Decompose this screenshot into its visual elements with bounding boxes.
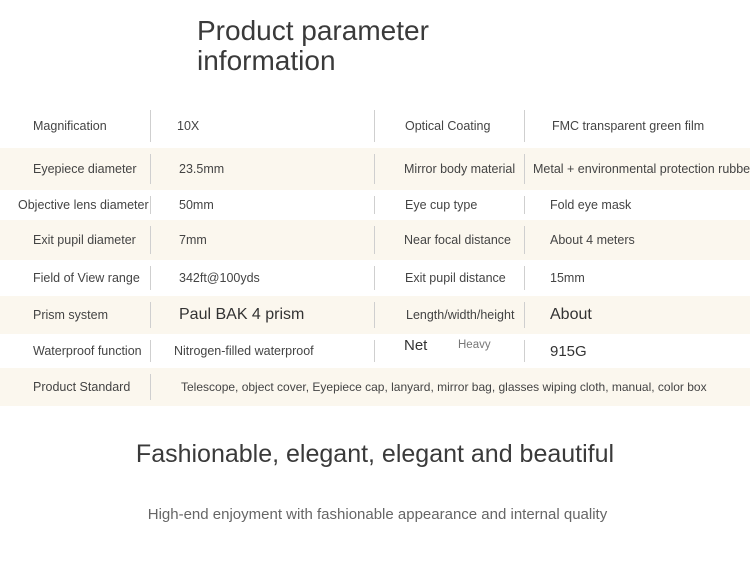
divider [150,110,151,142]
param-value: Telescope, object cover, Eyepiece cap, l… [181,380,707,394]
param-label: Eye cup type [405,198,478,212]
param-value: About [550,306,592,323]
divider [374,226,375,254]
param-value: 15mm [550,271,585,285]
param-value: Paul BAK 4 prism [179,306,305,323]
divider [374,266,375,290]
divider [150,154,151,184]
parameter-table: Magnification 10X Optical Coating FMC tr… [0,104,750,406]
divider [374,302,375,328]
table-row: Magnification 10X Optical Coating FMC tr… [0,104,750,148]
divider [150,226,151,254]
divider [374,340,375,362]
divider [374,196,375,214]
divider [524,226,525,254]
param-value: Fold eye mask [550,198,632,212]
divider [374,110,375,142]
param-label: Magnification [33,119,107,133]
divider [150,196,151,214]
divider [524,340,525,362]
param-label: Product Standard [33,380,131,394]
table-row: Waterproof function Nitrogen-filled wate… [0,334,750,368]
param-label: Prism system [33,308,108,322]
divider [374,154,375,184]
table-row: Field of View range 342ft@100yds Exit pu… [0,260,750,296]
table-row: Prism system Paul BAK 4 prism Length/wid… [0,296,750,334]
param-value: 915G [550,342,587,360]
divider [524,196,525,214]
param-value: 10X [177,119,200,133]
divider [150,266,151,290]
divider [150,374,151,400]
divider [524,266,525,290]
section-subheading: High-end enjoyment with fashionable appe… [147,506,608,523]
param-label: Objective lens diameter [18,198,149,212]
param-value: 7mm [179,233,207,247]
table-row: Objective lens diameter 50mm Eye cup typ… [0,190,750,220]
param-value: 23.5mm [179,162,225,176]
param-value: Metal + environmental protection rubber [533,162,750,176]
table-row: Exit pupil diameter 7mm Near focal dista… [0,220,750,260]
param-value: Nitrogen-filled waterproof [174,344,314,358]
divider [524,110,525,142]
divider [524,154,525,184]
divider [150,340,151,362]
divider [524,302,525,328]
divider [150,302,151,328]
section-heading: Fashionable, elegant, elegant and beauti… [135,440,615,468]
param-label: Length/width/height [406,308,515,322]
param-label: Exit pupil diameter [33,233,136,247]
param-value: About 4 meters [550,233,635,247]
param-value: FMC transparent green film [552,119,705,133]
param-label: Eyepiece diameter [33,162,137,176]
param-value: 50mm [179,198,214,212]
param-label: Optical Coating [405,119,491,133]
param-label-net: Net [404,337,428,354]
param-label: Exit pupil distance [405,271,506,285]
table-row: Eyepiece diameter 23.5mm Mirror body mat… [0,148,750,190]
param-label: Mirror body material [404,162,516,176]
param-label: Waterproof function [33,344,142,358]
page-title: Product parameter information [197,15,429,76]
param-value: 342ft@100yds [179,271,260,285]
param-label: Field of View range [33,271,140,285]
param-label: Near focal distance [404,233,512,247]
table-row: Product Standard Telescope, object cover… [0,368,750,406]
